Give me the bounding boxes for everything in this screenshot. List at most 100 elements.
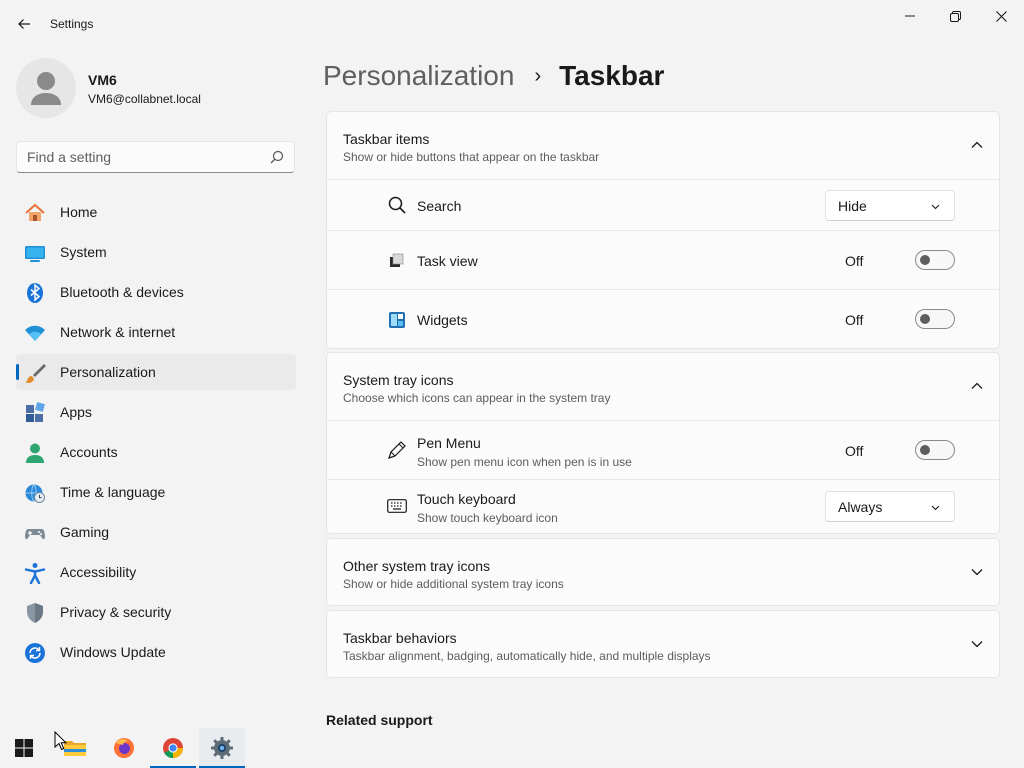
title-bar: Settings: [0, 0, 1024, 48]
sidebar-nav: Home System Bluetooth & devices Network …: [16, 194, 296, 674]
card-subtitle: Choose which icons can appear in the sys…: [343, 391, 611, 405]
controller-icon: [24, 522, 46, 544]
chevron-up-icon[interactable]: [971, 380, 983, 392]
search-icon[interactable]: [270, 150, 284, 164]
taskbar-chrome[interactable]: [150, 728, 196, 768]
sidebar-item-home[interactable]: Home: [16, 194, 296, 230]
maximize-button[interactable]: [932, 0, 978, 32]
taskbar-settings[interactable]: [199, 728, 245, 768]
taskbar-items-card: Taskbar items Show or hide buttons that …: [326, 111, 1000, 349]
mouse-cursor-icon: [54, 731, 67, 751]
search-input[interactable]: [17, 142, 262, 172]
other-tray-card[interactable]: Other system tray icons Show or hide add…: [326, 538, 1000, 606]
dropdown-value: Hide: [838, 198, 867, 214]
widgets-toggle-group: Off: [845, 309, 955, 331]
pen-menu-toggle-group: Off: [845, 440, 955, 462]
widgets-toggle[interactable]: [915, 309, 955, 329]
sidebar-item-time-language[interactable]: Time & language: [16, 474, 296, 510]
setting-label: Widgets: [417, 312, 468, 328]
avatar[interactable]: [16, 58, 76, 118]
sidebar-item-label: Time & language: [60, 484, 166, 500]
sidebar-item-windows-update[interactable]: Windows Update: [16, 634, 296, 670]
card-title: Other system tray icons: [343, 558, 491, 574]
firefox-icon: [114, 738, 134, 758]
widgets-icon: [387, 310, 407, 330]
search-mode-dropdown[interactable]: Hide: [825, 190, 955, 221]
monitor-icon: [24, 242, 46, 264]
chrome-icon: [163, 738, 184, 759]
touch-keyboard-setting-row: Touch keyboard Show touch keyboard icon …: [327, 479, 999, 533]
minimize-button[interactable]: [887, 0, 933, 32]
touch-keyboard-dropdown[interactable]: Always: [825, 491, 955, 522]
pen-menu-toggle[interactable]: [915, 440, 955, 460]
toggle-knob: [920, 445, 930, 455]
toggle-state-label: Off: [845, 443, 864, 459]
breadcrumb: Personalization › Taskbar: [323, 56, 664, 96]
settings-icon: [211, 737, 233, 759]
dropdown-value: Always: [838, 499, 883, 515]
bluetooth-icon: [24, 282, 46, 304]
taskbar-behaviors-card[interactable]: Taskbar behaviors Taskbar alignment, bad…: [326, 610, 1000, 678]
chevron-down-icon: [931, 204, 940, 210]
sidebar-item-bluetooth[interactable]: Bluetooth & devices: [16, 274, 296, 310]
sidebar-item-accessibility[interactable]: Accessibility: [16, 554, 296, 590]
sidebar-item-privacy-security[interactable]: Privacy & security: [16, 594, 296, 630]
search-box[interactable]: [16, 141, 295, 173]
toggle-state-label: Off: [845, 253, 864, 269]
person-icon: [24, 442, 46, 464]
chevron-down-icon[interactable]: [971, 566, 983, 578]
update-icon: [24, 642, 46, 664]
back-button[interactable]: [10, 10, 38, 38]
pen-menu-setting-row: Pen Menu Show pen menu icon when pen is …: [327, 420, 999, 479]
chevron-down-icon[interactable]: [971, 638, 983, 650]
chevron-up-icon[interactable]: [971, 139, 983, 151]
keyboard-icon: [387, 496, 407, 516]
card-subtitle: Show or hide buttons that appear on the …: [343, 150, 600, 164]
sidebar-item-label: Windows Update: [60, 644, 166, 660]
setting-label: Search: [417, 198, 462, 214]
sidebar-item-gaming[interactable]: Gaming: [16, 514, 296, 550]
sidebar-item-label: Gaming: [60, 524, 110, 540]
card-subtitle: Taskbar alignment, badging, automaticall…: [343, 649, 711, 663]
setting-label: Touch keyboard: [417, 491, 516, 507]
page-title: Taskbar: [559, 60, 665, 91]
sidebar-item-network[interactable]: Network & internet: [16, 314, 296, 350]
taskbar-firefox[interactable]: [101, 728, 147, 768]
system-tray-card: System tray icons Choose which icons can…: [326, 352, 1000, 534]
breadcrumb-parent[interactable]: Personalization: [323, 60, 514, 92]
apps-icon: [24, 402, 46, 424]
sidebar-item-apps[interactable]: Apps: [16, 394, 296, 430]
task-view-setting-row: Task view Off: [327, 230, 999, 289]
setting-description: Show pen menu icon when pen is in use: [417, 455, 632, 469]
sidebar-item-accounts[interactable]: Accounts: [16, 434, 296, 470]
taskbar-behaviors-header[interactable]: Taskbar behaviors Taskbar alignment, bad…: [327, 611, 999, 677]
system-tray-header[interactable]: System tray icons Choose which icons can…: [327, 353, 999, 420]
setting-description: Show touch keyboard icon: [417, 511, 558, 525]
task-view-toggle[interactable]: [915, 250, 955, 270]
other-tray-header[interactable]: Other system tray icons Show or hide add…: [327, 539, 999, 605]
close-button[interactable]: [978, 0, 1024, 32]
maximize-icon: [949, 10, 961, 22]
sidebar-item-label: Network & internet: [60, 324, 176, 340]
minimize-icon: [905, 15, 915, 17]
search-setting-row: Search Hide: [327, 179, 999, 230]
task-view-toggle-group: Off: [845, 250, 955, 272]
sidebar-item-label: System: [60, 244, 107, 260]
sidebar-item-personalization[interactable]: Personalization: [16, 354, 296, 390]
sidebar-item-label: Home: [60, 204, 98, 220]
app-title: Settings: [50, 17, 94, 31]
toggle-state-label: Off: [845, 312, 864, 328]
sidebar-item-label: Accounts: [60, 444, 118, 460]
sidebar-item-system[interactable]: System: [16, 234, 296, 270]
sidebar-item-label: Bluetooth & devices: [60, 284, 184, 300]
setting-label: Task view: [417, 253, 478, 269]
card-title: Taskbar behaviors: [343, 630, 457, 646]
start-button[interactable]: [1, 728, 47, 768]
pen-icon: [387, 440, 407, 460]
wifi-icon: [24, 322, 46, 344]
start-icon: [15, 739, 33, 757]
taskbar-items-header[interactable]: Taskbar items Show or hide buttons that …: [327, 112, 999, 179]
card-title: System tray icons: [343, 372, 454, 388]
card-subtitle: Show or hide additional system tray icon…: [343, 577, 564, 591]
search-icon: [387, 195, 407, 215]
